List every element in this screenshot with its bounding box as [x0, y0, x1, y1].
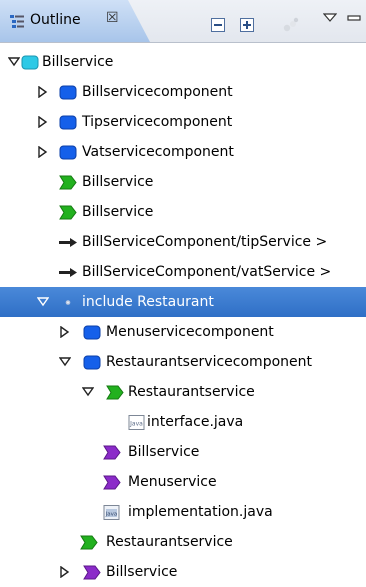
component-icon [59, 85, 77, 100]
collapsed-twisty-icon[interactable] [59, 325, 71, 339]
tree-row-selected[interactable]: include Restaurant [0, 287, 366, 317]
outline-view-icon [10, 15, 24, 29]
tree-row[interactable]: BillServiceComponent/tipService > [0, 227, 366, 257]
filter-icon[interactable] [282, 16, 300, 34]
tree-row-label: Menuservicecomponent [106, 324, 274, 340]
reference-icon [103, 445, 121, 460]
tree-row[interactable]: Billservice [0, 197, 366, 227]
svg-text:Java: Java [105, 512, 118, 518]
tree-row-label: Billservice [82, 174, 154, 190]
tree-row-label: Restaurantservicecomponent [106, 354, 312, 370]
collapsed-twisty-icon[interactable] [37, 145, 49, 159]
tree-row[interactable]: Tipservicecomponent [0, 107, 366, 137]
tree-row-label: Billservice [42, 54, 114, 70]
component-icon [83, 325, 101, 340]
svg-text:Java: Java [129, 421, 143, 428]
expand-all-icon[interactable] [240, 18, 254, 32]
reference-icon [103, 475, 121, 490]
collapsed-twisty-icon[interactable] [59, 565, 71, 579]
tree-row[interactable]: Menuservicecomponent [0, 317, 366, 347]
tree-row[interactable]: Billservice [0, 167, 366, 197]
component-icon [59, 115, 77, 130]
composite-icon [21, 55, 39, 70]
expanded-twisty-icon[interactable] [7, 56, 21, 68]
tree-row-label: include Restaurant [82, 294, 214, 310]
java-impl-icon: Java [103, 505, 121, 520]
expanded-twisty-icon[interactable] [36, 296, 50, 308]
tree-row[interactable]: Billservice [0, 557, 366, 587]
wire-icon [59, 235, 77, 250]
collapsed-twisty-icon[interactable] [37, 115, 49, 129]
tree-row[interactable]: Billservicecomponent [0, 77, 366, 107]
service-icon [80, 535, 98, 550]
tree-row[interactable]: Restaurantservice [0, 527, 366, 557]
tree-row[interactable]: Java implementation.java [0, 497, 366, 527]
include-icon [59, 295, 77, 310]
minimize-icon[interactable] [347, 13, 361, 27]
service-icon [106, 385, 124, 400]
component-icon [59, 145, 77, 160]
tree-row[interactable]: Restaurantservice [0, 377, 366, 407]
tree-row-label: BillServiceComponent/tipService > [82, 234, 328, 250]
tab-outline[interactable]: Outline ☒ [0, 0, 150, 42]
tree-row[interactable]: Java interface.java [0, 407, 366, 437]
close-icon[interactable]: ☒ [106, 10, 119, 26]
service-icon [59, 175, 77, 190]
tree-row-label: Menuservice [128, 474, 217, 490]
tree-row-label: Vatservicecomponent [82, 144, 234, 160]
java-file-icon: Java [128, 415, 146, 430]
collapsed-twisty-icon[interactable] [37, 85, 49, 99]
tree-row[interactable]: Vatservicecomponent [0, 137, 366, 167]
tree-row-label: BillServiceComponent/vatService > [82, 264, 332, 280]
wire-icon [59, 265, 77, 280]
component-icon [83, 355, 101, 370]
tree-row-label: Tipservicecomponent [82, 114, 233, 130]
tree-row-label: Restaurantservice [106, 534, 233, 550]
tree-row-label: interface.java [147, 414, 244, 430]
tab-outline-label: Outline [30, 12, 81, 28]
tree-row[interactable]: Billservice [0, 47, 366, 77]
expanded-twisty-icon[interactable] [81, 386, 95, 398]
tree-row-label: Restaurantservice [128, 384, 255, 400]
view-menu-icon[interactable] [323, 13, 337, 27]
tree-row[interactable]: Billservice [0, 437, 366, 467]
tree-row-label: implementation.java [128, 504, 273, 520]
reference-icon [83, 565, 101, 580]
tree-row[interactable]: Restaurantservicecomponent [0, 347, 366, 377]
tree-row[interactable]: Menuservice [0, 467, 366, 497]
tree-row-label: Billservice [82, 204, 154, 220]
tree-row-label: Billservice [128, 444, 200, 460]
expanded-twisty-icon[interactable] [58, 356, 72, 368]
service-icon [59, 205, 77, 220]
outline-view-header: Outline ☒ [0, 0, 366, 43]
tree-row[interactable]: BillServiceComponent/vatService > [0, 257, 366, 287]
tree-row-label: Billservicecomponent [82, 84, 233, 100]
collapse-all-icon[interactable] [211, 18, 225, 32]
tree-row-label: Billservice [106, 564, 178, 580]
